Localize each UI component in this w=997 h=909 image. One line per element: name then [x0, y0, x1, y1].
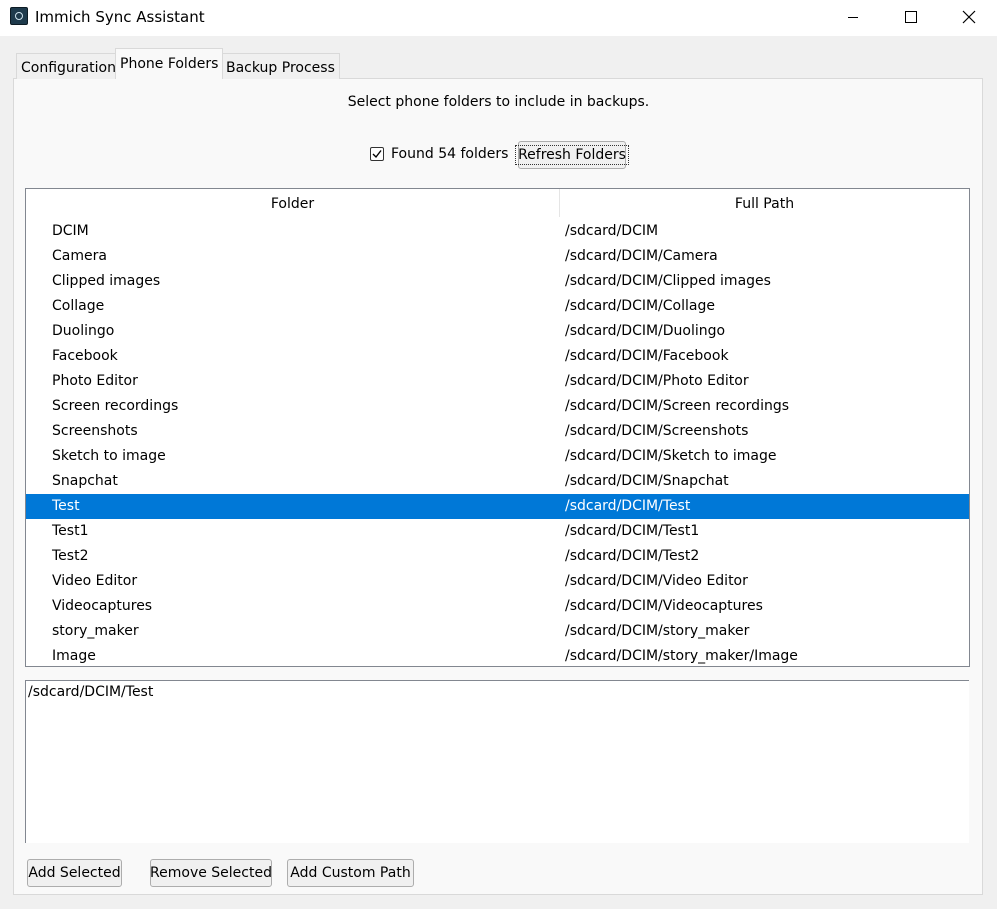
close-icon — [962, 10, 976, 24]
full-path-cell: /sdcard/DCIM/Screenshots — [565, 423, 749, 439]
folder-name-cell: Collage — [52, 298, 105, 314]
folder-name-cell: Sketch to image — [52, 448, 166, 464]
table-row[interactable]: Sketch to image/sdcard/DCIM/Sketch to im… — [26, 444, 969, 469]
table-row[interactable]: Image/sdcard/DCIM/story_maker/Image — [26, 644, 969, 666]
table-row[interactable]: DCIM/sdcard/DCIM — [26, 219, 969, 244]
table-row[interactable]: Test/sdcard/DCIM/Test — [26, 494, 969, 519]
add-selected-button[interactable]: Add Selected — [27, 859, 122, 887]
app-icon — [10, 7, 28, 25]
full-path-cell: /sdcard/DCIM/Test — [565, 498, 691, 514]
folder-name-cell: Duolingo — [52, 323, 115, 339]
refresh-folders-label: Refresh Folders — [515, 145, 629, 165]
checkmark-icon — [372, 150, 382, 159]
found-folders-checkbox[interactable]: Found 54 folders — [370, 146, 508, 162]
table-row[interactable]: Test1/sdcard/DCIM/Test1 — [26, 519, 969, 544]
tab-phone-folders[interactable]: Phone Folders — [115, 48, 224, 79]
table-row[interactable]: Camera/sdcard/DCIM/Camera — [26, 244, 969, 269]
full-path-cell: /sdcard/DCIM/Screen recordings — [565, 398, 790, 414]
full-path-cell: /sdcard/DCIM/Clipped images — [565, 273, 771, 289]
table-row[interactable]: Video Editor/sdcard/DCIM/Video Editor — [26, 569, 969, 594]
title-bar: Immich Sync Assistant — [0, 0, 997, 36]
table-row[interactable]: Videocaptures/sdcard/DCIM/Videocaptures — [26, 594, 969, 619]
table-row[interactable]: Test2/sdcard/DCIM/Test2 — [26, 544, 969, 569]
tree-rows: DCIM/sdcard/DCIM Camera/sdcard/DCIM/Camer… — [26, 219, 969, 666]
table-row[interactable]: Facebook/sdcard/DCIM/Facebook — [26, 344, 969, 369]
folder-name-cell: Test — [52, 498, 80, 514]
checkbox-box[interactable] — [370, 147, 384, 161]
full-path-cell: /sdcard/DCIM/Sketch to image — [565, 448, 777, 464]
full-path-cell: /sdcard/DCIM/Snapchat — [565, 473, 729, 489]
tab-backup-process[interactable]: Backup Process — [221, 53, 340, 79]
full-path-cell: /sdcard/DCIM — [565, 223, 659, 239]
folder-name-cell: Video Editor — [52, 573, 138, 589]
full-path-cell: /sdcard/DCIM/Test1 — [565, 523, 700, 539]
folder-name-cell: DCIM — [52, 223, 89, 239]
table-row[interactable]: Screen recordings/sdcard/DCIM/Screen rec… — [26, 394, 969, 419]
selected-paths-textarea[interactable]: /sdcard/DCIM/Test — [25, 680, 969, 843]
full-path-cell: /sdcard/DCIM/story_maker — [565, 623, 750, 639]
full-path-cell: /sdcard/DCIM/Facebook — [565, 348, 729, 364]
add-custom-path-button[interactable]: Add Custom Path — [287, 859, 414, 887]
folder-name-cell: Photo Editor — [52, 373, 138, 389]
folder-name-cell: story_maker — [52, 623, 139, 639]
folder-tree[interactable]: Folder Full Path DCIM/sdcard/DCIM Camera /… — [25, 188, 970, 667]
full-path-cell: /sdcard/DCIM/story_maker/Image — [565, 648, 798, 664]
refresh-folders-button[interactable]: Refresh Folders — [515, 141, 629, 169]
full-path-cell: /sdcard/DCIM/Videocaptures — [565, 598, 763, 614]
window-title: Immich Sync Assistant — [35, 8, 205, 26]
folder-name-cell: Facebook — [52, 348, 118, 364]
found-folders-label: Found 54 folders — [391, 146, 509, 162]
minimize-icon — [848, 17, 858, 18]
folder-name-cell: Test2 — [52, 548, 89, 564]
tree-header: Folder Full Path — [26, 189, 969, 217]
folder-name-cell: Test1 — [52, 523, 89, 539]
table-row[interactable]: Snapchat/sdcard/DCIM/Snapchat — [26, 469, 969, 494]
maximize-button[interactable] — [882, 0, 940, 34]
remove-selected-button[interactable]: Remove Selected — [150, 859, 272, 887]
folder-name-cell: Image — [52, 648, 96, 664]
full-path-cell: /sdcard/DCIM/Duolingo — [565, 323, 726, 339]
instruction-text: Select phone folders to include in backu… — [347, 94, 650, 110]
close-button[interactable] — [940, 0, 997, 34]
folder-name-cell: Screen recordings — [52, 398, 179, 414]
full-path-cell: /sdcard/DCIM/Video Editor — [565, 573, 748, 589]
folder-name-cell: Clipped images — [52, 273, 161, 289]
tab-configuration[interactable]: Configuration — [16, 53, 121, 79]
maximize-icon — [905, 11, 917, 23]
minimize-button[interactable] — [824, 0, 882, 34]
folder-name-cell: Screenshots — [52, 423, 138, 439]
table-row[interactable]: story_maker/sdcard/DCIM/story_maker — [26, 619, 969, 644]
column-header-full-path[interactable]: Full Path — [560, 189, 969, 217]
selected-path-text: /sdcard/DCIM/Test — [28, 684, 154, 700]
table-row[interactable]: Screenshots/sdcard/DCIM/Screenshots — [26, 419, 969, 444]
full-path-cell: /sdcard/DCIM/Test2 — [565, 548, 700, 564]
folder-name-cell: Videocaptures — [52, 598, 153, 614]
folder-name-cell: Snapchat — [52, 473, 118, 489]
table-row[interactable]: Clipped images/sdcard/DCIM/Clipped image… — [26, 269, 969, 294]
table-row[interactable]: Duolingo/sdcard/DCIM/Duolingo — [26, 319, 969, 344]
column-header-folder[interactable]: Folder — [26, 189, 560, 217]
full-path-cell: /sdcard/DCIM/Collage — [565, 298, 715, 314]
full-path-cell: /sdcard/DCIM/Photo Editor — [565, 373, 749, 389]
table-row[interactable]: Collage/sdcard/DCIM/Collage — [26, 294, 969, 319]
table-row[interactable]: Photo Editor/sdcard/DCIM/Photo Editor — [26, 369, 969, 394]
folder-name-cell: Camera — [52, 248, 107, 264]
full-path-cell: /sdcard/DCIM/Camera — [565, 248, 718, 264]
